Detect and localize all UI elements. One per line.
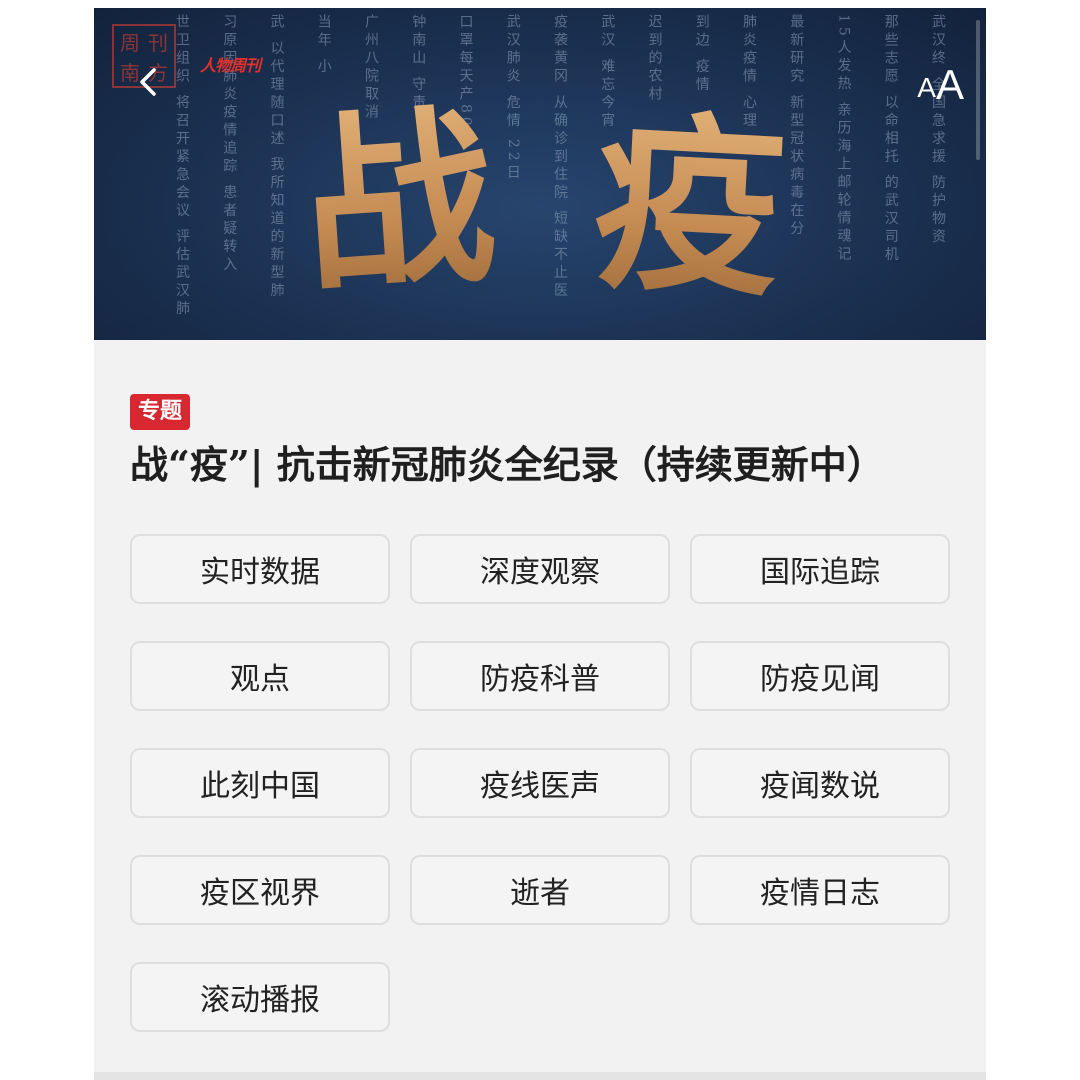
category-button-live-updates[interactable]: 滚动播报 [130,962,390,1032]
category-button-in-depth[interactable]: 深度观察 [410,534,670,604]
category-button-the-departed[interactable]: 逝者 [410,855,670,925]
category-button-frontline-doctors[interactable]: 疫线医声 [410,748,670,818]
hero-banner: 武汉终 全国急求援 防护物资 那些志愿 以命相托 的武汉司机 15人发热 亲历海上邮… [94,8,986,340]
hero-background-column: 世卫组织 将召开紧急会议 评估武汉肺 [174,14,190,319]
brand-logo: 人物周刊 [200,56,261,75]
hero-title-char-2: 疫 [588,90,789,308]
scrollbar[interactable] [976,20,980,160]
font-size-button[interactable]: A A [917,60,964,110]
font-size-big-a: A [935,61,964,108]
article-headline: 专题战“疫”| 抗击新冠肺炎全纪录（持续更新中） [130,384,950,492]
category-button-prevention-science[interactable]: 防疫科普 [410,641,670,711]
seal-char: 周 [120,31,140,55]
seal-char: 刊 [148,31,168,55]
category-button-international[interactable]: 国际追踪 [690,534,950,604]
font-size-small-a: A [917,72,936,103]
bottom-divider [94,1072,986,1080]
chevron-left-icon [140,68,156,96]
headline-text: 战“疫”| 抗击新冠肺炎全纪录（持续更新中） [130,442,885,487]
category-button-epidemic-zone[interactable]: 疫区视界 [130,855,390,925]
hero-title-char-1: 战 [296,88,501,308]
category-grid: 实时数据 深度观察 国际追踪 观点 防疫科普 防疫见闻 此刻中国 疫线医声 疫闻… [130,534,950,1032]
topic-tag-badge: 专题 [130,394,191,430]
back-button[interactable] [130,62,170,102]
hero-title-calligraphy: 战 疫 [296,88,790,308]
category-button-realtime-data[interactable]: 实时数据 [130,534,390,604]
hero-background-column: 那些志愿 以命相托 的武汉司机 [882,14,899,265]
category-button-china-now[interactable]: 此刻中国 [130,748,390,818]
app-screen: 武汉终 全国急求援 防护物资 那些志愿 以命相托 的武汉司机 15人发热 亲历海上邮… [94,8,986,1080]
category-button-daily-log[interactable]: 疫情日志 [690,855,950,925]
category-button-prevention-stories[interactable]: 防疫见闻 [690,641,950,711]
category-button-opinion[interactable]: 观点 [130,641,390,711]
category-button-data-stories[interactable]: 疫闻数说 [690,748,950,818]
hero-background-column: 武 以代理随口述 我所知道的新型肺 [268,14,285,301]
